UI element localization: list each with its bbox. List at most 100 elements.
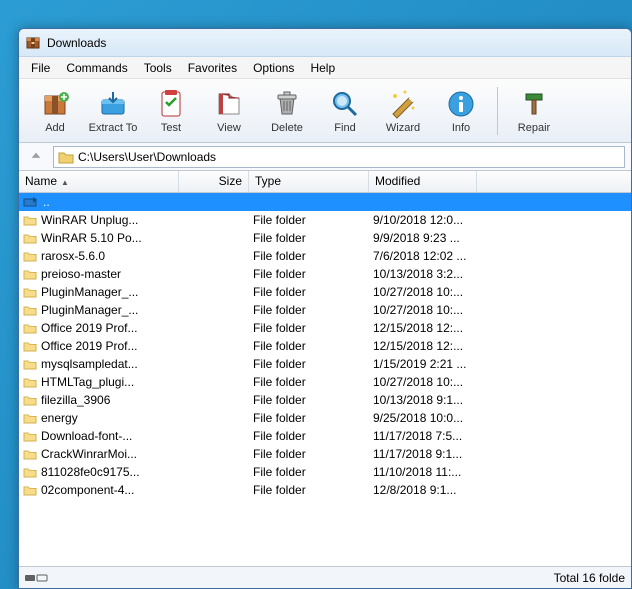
parent-row-label: .. bbox=[43, 195, 50, 209]
row-name: Office 2019 Prof... bbox=[41, 321, 138, 335]
row-type: File folder bbox=[249, 303, 369, 317]
table-row[interactable]: CrackWinrarMoi...File folder11/17/2018 9… bbox=[19, 445, 631, 463]
info-button[interactable]: Info bbox=[433, 83, 489, 139]
row-modified: 12/15/2018 12:... bbox=[369, 339, 477, 353]
menu-commands[interactable]: Commands bbox=[58, 59, 135, 77]
table-row[interactable]: WinRAR 5.10 Po...File folder9/9/2018 9:2… bbox=[19, 229, 631, 247]
wizard-label: Wizard bbox=[386, 122, 420, 134]
menu-options[interactable]: Options bbox=[245, 59, 302, 77]
row-name: PluginManager_... bbox=[41, 303, 138, 317]
test-icon bbox=[155, 88, 187, 120]
table-row[interactable]: PluginManager_...File folder10/27/2018 1… bbox=[19, 283, 631, 301]
row-type: File folder bbox=[249, 429, 369, 443]
table-row[interactable]: WinRAR Unplug... File folder9/10/2018 12:… bbox=[19, 211, 631, 229]
folder-icon bbox=[23, 232, 37, 244]
row-type: File folder bbox=[249, 339, 369, 353]
status-bar: Total 16 folde bbox=[19, 566, 631, 588]
folder-icon bbox=[23, 466, 37, 478]
toolbar-separator bbox=[497, 87, 498, 135]
parent-row[interactable]: .. bbox=[19, 193, 631, 211]
menu-favorites[interactable]: Favorites bbox=[180, 59, 245, 77]
folder-icon bbox=[23, 484, 37, 496]
row-type: File folder bbox=[249, 447, 369, 461]
row-modified: 9/9/2018 9:23 ... bbox=[369, 231, 477, 245]
repair-label: Repair bbox=[518, 122, 550, 134]
row-name: mysqlsampledat... bbox=[41, 357, 138, 371]
row-name: rarosx-5.6.0 bbox=[41, 249, 105, 263]
menu-help[interactable]: Help bbox=[302, 59, 343, 77]
app-window: Downloads File Commands Tools Favorites … bbox=[18, 28, 632, 589]
table-row[interactable]: mysqlsampledat...File folder1/15/2019 2:… bbox=[19, 355, 631, 373]
folder-icon bbox=[23, 412, 37, 424]
column-modified[interactable]: Modified bbox=[369, 171, 477, 192]
row-modified: 10/27/2018 10:... bbox=[369, 285, 477, 299]
extract-button[interactable]: Extract To bbox=[85, 83, 141, 139]
row-name: Download-font-... bbox=[41, 429, 132, 443]
column-type[interactable]: Type bbox=[249, 171, 369, 192]
column-size[interactable]: Size bbox=[179, 171, 249, 192]
row-type: File folder bbox=[249, 393, 369, 407]
wizard-button[interactable]: Wizard bbox=[375, 83, 431, 139]
table-row[interactable]: rarosx-5.6.0 File folder7/6/2018 12:02 ..… bbox=[19, 247, 631, 265]
title-bar[interactable]: Downloads bbox=[19, 29, 631, 57]
test-button[interactable]: Test bbox=[143, 83, 199, 139]
wizard-icon bbox=[387, 88, 419, 120]
status-total: Total 16 folde bbox=[554, 571, 625, 585]
table-row[interactable]: 02component-4...File folder12/8/2018 9:1… bbox=[19, 481, 631, 499]
row-name: WinRAR Unplug... bbox=[41, 213, 138, 227]
table-row[interactable]: filezilla_3906File folder10/13/2018 9:1.… bbox=[19, 391, 631, 409]
up-button[interactable] bbox=[25, 146, 47, 168]
delete-label: Delete bbox=[271, 122, 303, 134]
row-type: File folder bbox=[249, 321, 369, 335]
table-row[interactable]: PluginManager_... File folder10/27/2018 1… bbox=[19, 301, 631, 319]
row-modified: 7/6/2018 12:02 ... bbox=[369, 249, 477, 263]
info-icon bbox=[445, 88, 477, 120]
table-row[interactable]: HTMLTag_plugi...File folder10/27/2018 10… bbox=[19, 373, 631, 391]
row-modified: 10/13/2018 3:2... bbox=[369, 267, 477, 281]
row-name: 02component-4... bbox=[41, 483, 134, 497]
row-modified: 9/10/2018 12:0... bbox=[369, 213, 477, 227]
row-name: Office 2019 Prof... bbox=[41, 339, 138, 353]
table-row[interactable]: Office 2019 Prof... File folder12/15/2018… bbox=[19, 337, 631, 355]
folder-icon bbox=[23, 268, 37, 280]
info-label: Info bbox=[452, 122, 470, 134]
row-name: CrackWinrarMoi... bbox=[41, 447, 137, 461]
table-row[interactable]: energyFile folder9/25/2018 10:0... bbox=[19, 409, 631, 427]
row-name: HTMLTag_plugi... bbox=[41, 375, 134, 389]
menu-tools[interactable]: Tools bbox=[136, 59, 180, 77]
folder-icon bbox=[23, 340, 37, 352]
folder-icon bbox=[23, 304, 37, 316]
toolbar: Add Extract To Test View Delete bbox=[19, 79, 631, 143]
row-modified: 10/27/2018 10:... bbox=[369, 303, 477, 317]
path-bar: C:\Users\User\Downloads bbox=[19, 143, 631, 171]
table-row[interactable]: Office 2019 Prof...File folder12/15/2018… bbox=[19, 319, 631, 337]
row-name: 811028fe0c9175... bbox=[41, 465, 140, 479]
row-type: File folder bbox=[249, 285, 369, 299]
folder-icon bbox=[23, 322, 37, 334]
find-button[interactable]: Find bbox=[317, 83, 373, 139]
find-label: Find bbox=[334, 122, 355, 134]
view-button[interactable]: View bbox=[201, 83, 257, 139]
delete-button[interactable]: Delete bbox=[259, 83, 315, 139]
add-button[interactable]: Add bbox=[27, 83, 83, 139]
row-type: File folder bbox=[249, 213, 369, 227]
row-modified: 11/10/2018 11:... bbox=[369, 465, 477, 479]
sort-arrow-icon: ▲ bbox=[61, 178, 69, 187]
window-title: Downloads bbox=[47, 36, 106, 50]
table-row[interactable]: 811028fe0c9175...File folder11/10/2018 1… bbox=[19, 463, 631, 481]
row-type: File folder bbox=[249, 249, 369, 263]
row-type: File folder bbox=[249, 357, 369, 371]
repair-button[interactable]: Repair bbox=[506, 83, 562, 139]
row-modified: 10/13/2018 9:1... bbox=[369, 393, 477, 407]
extract-label: Extract To bbox=[89, 122, 138, 134]
path-input[interactable]: C:\Users\User\Downloads bbox=[53, 146, 625, 168]
menu-bar: File Commands Tools Favorites Options He… bbox=[19, 57, 631, 79]
column-name[interactable]: Name▲ bbox=[19, 171, 179, 192]
menu-file[interactable]: File bbox=[23, 59, 58, 77]
row-type: File folder bbox=[249, 267, 369, 281]
file-list[interactable]: .. WinRAR Unplug...File folder9/10/2018 … bbox=[19, 193, 631, 566]
find-icon bbox=[329, 88, 361, 120]
table-row[interactable]: preioso-masterFile folder10/13/2018 3:2.… bbox=[19, 265, 631, 283]
table-row[interactable]: Download-font-...File folder11/17/2018 7… bbox=[19, 427, 631, 445]
view-icon bbox=[213, 88, 245, 120]
